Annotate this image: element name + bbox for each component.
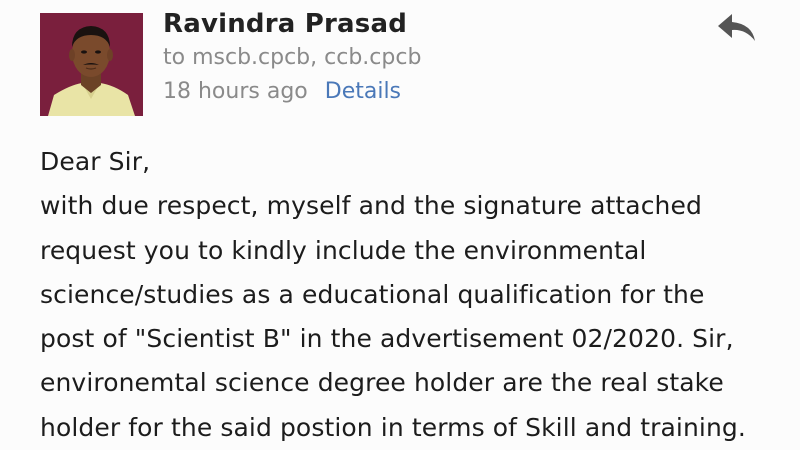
email-body: Dear Sir, with due respect, myself and t… <box>40 140 780 450</box>
reply-button[interactable] <box>715 10 759 46</box>
sender-name[interactable]: Ravindra Prasad <box>163 6 421 42</box>
body-line-greeting: Dear Sir, <box>40 147 151 176</box>
reply-arrow-icon <box>718 14 755 41</box>
timestamp: 18 hours ago <box>163 79 308 104</box>
recipients-line: to mscb.cpcb, ccb.cpcb <box>163 45 422 70</box>
meta-line: 18 hours ago Details <box>163 76 421 108</box>
body-line: holder for the said postion in terms of … <box>40 412 746 442</box>
profile-photo-icon <box>40 13 143 116</box>
sender-avatar[interactable] <box>40 13 143 116</box>
body-line: science/studies as a educational qualifi… <box>40 279 705 309</box>
email-header: Ravindra Prasad to mscb.cpcb, ccb.cpcb 1… <box>0 0 800 120</box>
body-line: request you to kindly include the enviro… <box>40 235 647 265</box>
body-line: post of "Scientist B" in the advertiseme… <box>40 324 734 354</box>
body-line: environemtal science degree holder are t… <box>40 368 724 398</box>
body-line: with due respect, myself and the signatu… <box>40 191 702 221</box>
details-link[interactable]: Details <box>325 79 401 104</box>
sender-info: Ravindra Prasad to mscb.cpcb, ccb.cpcb 1… <box>163 6 421 108</box>
